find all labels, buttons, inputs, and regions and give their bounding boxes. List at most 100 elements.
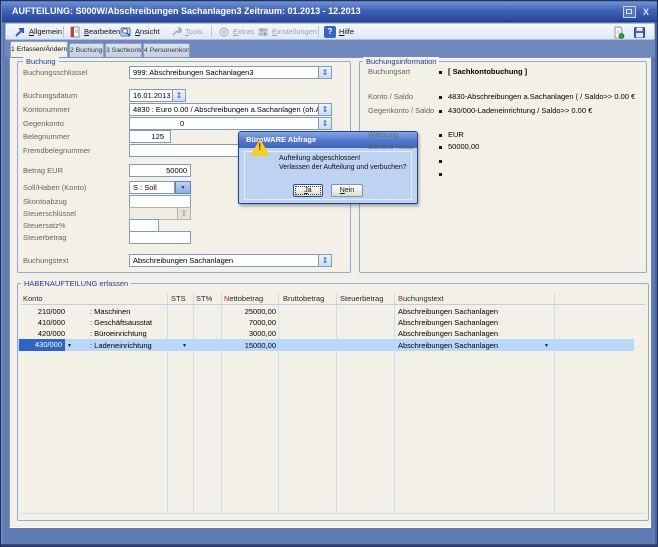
cell-buchungstext: Abschreibungen Sachanlagen — [398, 318, 498, 327]
group-buchung-title: Buchung — [23, 57, 59, 66]
cell-nettobetrag: 15000,00 — [223, 341, 276, 350]
column-header-sts[interactable]: STS — [171, 294, 186, 303]
restore-inner-square — [626, 9, 632, 14]
cell-konto: 420/000 — [23, 329, 65, 338]
grid-line — [554, 293, 555, 513]
column-header-nettobetrag[interactable]: Nettobetrag — [224, 294, 263, 303]
soll-haben-field[interactable]: S : Soll — [129, 181, 175, 194]
toolbar-separator — [211, 26, 212, 37]
buchungstext-dropdown-icon[interactable]: ⇕ — [319, 254, 332, 267]
steuersatz-label: Steuersatz% — [23, 221, 66, 230]
column-header-konto[interactable]: Konto — [23, 294, 43, 303]
buchungsdatum-label: Buchungsdatum — [23, 91, 77, 100]
extras-icon — [218, 26, 230, 38]
buchungstext-field[interactable]: Abschreibungen Sachanlagen — [129, 254, 319, 267]
buchungsart-value: [ Sachkontobuchung ] — [448, 67, 527, 76]
dialog-message-line2: Verlassen der Aufteilung und verbuchen? — [279, 164, 407, 171]
buchungstext-row-dropdown-icon[interactable]: ▼ — [544, 343, 549, 349]
buchungsdatum-field[interactable]: 16.01.2013 Mi — [129, 89, 173, 102]
summe-netto-value: 50000,00 — [448, 142, 479, 151]
grid-line — [394, 293, 395, 513]
konto-dropdown-icon[interactable]: ▼ — [67, 343, 72, 349]
header-underline — [21, 304, 645, 305]
tab-personenkonten[interactable]: 4 Personenkonten — [143, 43, 190, 57]
skontoabzug-label: Skontoabzug — [23, 197, 67, 206]
menu-item-bearbeiten[interactable]: Bearbeiten — [67, 24, 122, 39]
cell-nettobetrag: 3000,00 — [223, 329, 276, 338]
buchungstext-label: Buchungstext — [23, 256, 68, 265]
cell-kontoname: : Maschinen — [90, 307, 130, 316]
fremdbelegnummer-label: Fremdbelegnummer — [23, 146, 91, 155]
summe-netto-label: Summe Netto — [368, 142, 414, 151]
gegenkonto-saldo-label: Gegenkonto / Saldo — [368, 106, 434, 115]
bullet-icon — [439, 71, 442, 74]
column-header-buchungstext[interactable]: Buchungstext — [398, 294, 443, 303]
tab-sachkonten[interactable]: 3 Sachkonten — [105, 43, 142, 57]
soll-haben-dropdown-icon[interactable]: ▼ — [175, 181, 191, 194]
cell-kontoname: : Büroeinrichtung — [90, 329, 147, 338]
cell-konto-selected: 430/000 — [19, 339, 65, 351]
window-title: AUFTEILUNG: S000W/Abschreibungen Sachanl… — [12, 6, 361, 16]
group-buchungsinformation-title: Buchungsinformation — [363, 57, 439, 66]
document-check-icon[interactable] — [612, 26, 625, 39]
belegnummer-field[interactable]: 125 — [129, 130, 171, 143]
soll-haben-label: Soll/Haben (Konto) — [23, 183, 86, 192]
cell-kontoname: : Geschäftsausstat — [90, 318, 152, 327]
betrag-label: Betrag EUR — [23, 166, 63, 175]
group-habenaufteilung-title: HABENAUFTEILUNG erfassen — [21, 279, 131, 288]
menu-label: Einstellungen — [272, 27, 317, 36]
steuerschluessel-label: Steuerschlüssel — [23, 209, 76, 218]
cell-konto: 410/000 — [23, 318, 65, 327]
titlebar: AUFTEILUNG: S000W/Abschreibungen Sachanl… — [2, 2, 658, 22]
buchungsschluessel-dropdown-icon[interactable]: ⇕ — [319, 66, 332, 79]
cell-kontoname: : Ladeneinrichtung — [90, 341, 152, 350]
header-rest: uchungstext — [403, 294, 443, 303]
cell-konto: 210/000 — [23, 307, 65, 316]
nein-button[interactable]: Nein — [331, 184, 363, 197]
gegenkonto-saldo-value: 430/000-Ladeneinrichtung / Saldo>> 0.00 … — [448, 106, 592, 115]
menu-label: Bearbeiten — [84, 27, 120, 36]
restore-icon[interactable] — [623, 6, 636, 18]
column-header-bruttobetrag[interactable]: Bruttobetrag — [283, 294, 324, 303]
menu-item-hilfe[interactable]: ? Hilfe — [322, 24, 356, 39]
menu-item-ansicht[interactable]: Ansicht — [118, 24, 162, 39]
gegenkonto-dropdown-icon[interactable]: ⇕ — [319, 117, 332, 130]
tab-erfassen-aendern[interactable]: 1 Erfassen/Ändern — [10, 41, 68, 57]
buchungsdatum-dropdown-icon[interactable]: ⇕ — [173, 89, 186, 102]
steuerbetrag-field[interactable] — [129, 231, 191, 244]
save-floppy-icon[interactable] — [633, 26, 646, 39]
menu-item-allgemein[interactable]: Allgemein — [12, 24, 64, 39]
arrow-up-right-icon — [14, 26, 26, 38]
buchungsart-label: Buchungsart — [368, 67, 410, 76]
column-header-stprozent[interactable]: ST% — [196, 294, 212, 303]
kontonummer-label: Kontonummer — [23, 105, 70, 114]
tab-strip: 1 Erfassen/Ändern 2 Buchungen 3 Sachkont… — [5, 40, 655, 57]
close-icon[interactable]: X — [640, 6, 652, 18]
grid-line — [278, 293, 279, 513]
magnifier-icon — [120, 26, 132, 38]
betrag-field[interactable]: 50000 — [129, 164, 191, 177]
kontonummer-field[interactable]: 4830 : Euro 0.00 / Abschreibungen a.Sach… — [129, 103, 319, 116]
column-header-steuerbetrag[interactable]: Steuerbetrag — [340, 294, 383, 303]
grid-line — [221, 293, 222, 513]
menu-label: Ansicht — [135, 27, 160, 36]
cell-buchungstext: Abschreibungen Sachanlagen — [398, 307, 498, 316]
steuerbetrag-label: Steuerbetrag — [23, 233, 66, 242]
sts-dropdown-icon[interactable]: ▼ — [182, 343, 187, 349]
help-icon: ? — [324, 26, 336, 38]
menu-item-extras: Extras — [216, 24, 256, 39]
tab-buchungen[interactable]: 2 Buchungen — [69, 43, 104, 57]
gegenkonto-label: Gegenkonto — [23, 119, 64, 128]
menu-label: Hilfe — [339, 27, 354, 36]
application-window: AUFTEILUNG: S000W/Abschreibungen Sachanl… — [0, 0, 658, 547]
edit-page-icon — [69, 26, 81, 38]
menu-item-tools: Tools — [168, 24, 205, 39]
menu-label: Tools — [185, 27, 203, 36]
ja-button[interactable]: Ja — [293, 184, 323, 197]
cell-nettobetrag: 7000,00 — [223, 318, 276, 327]
gegenkonto-field[interactable]: 0 — [129, 117, 319, 130]
buchungsschluessel-field[interactable]: 999: Abschreibungen Sachanlagen3 — [129, 66, 319, 79]
kontonummer-dropdown-icon[interactable]: ⇕ — [319, 103, 332, 116]
waehrung-value: EUR — [448, 130, 464, 139]
konto-saldo-value: 4830-Abschreibungen a.Sachanlagen ( / Sa… — [448, 92, 635, 101]
